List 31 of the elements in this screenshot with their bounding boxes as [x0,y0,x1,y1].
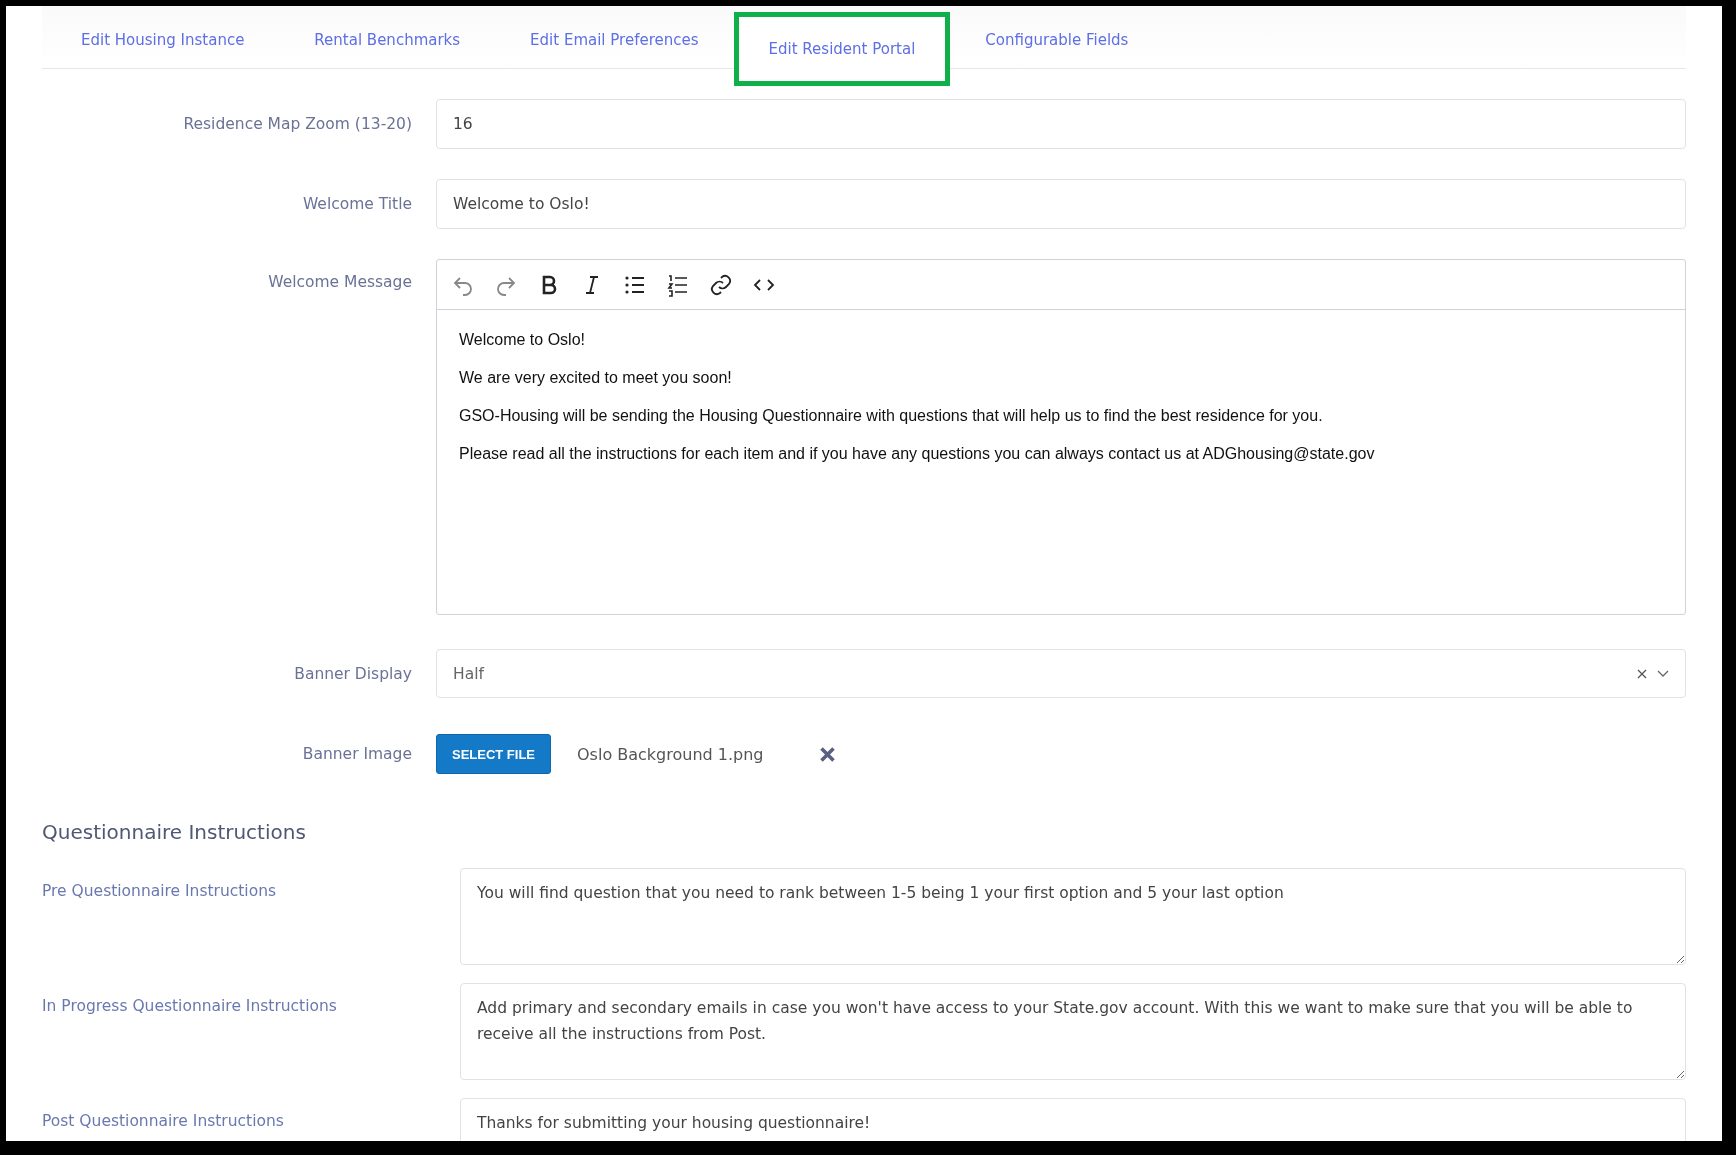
field-label: Residence Map Zoom (13-20) [182,115,413,133]
tab[interactable]: Edit Resident Portal [733,12,951,86]
dropdown[interactable]: Half [436,649,1686,698]
input-field[interactable]: 16 [436,99,1686,149]
section-heading: Questionnaire Instructions [42,820,307,844]
field-label: Pre Questionnaire Instructions [42,881,278,900]
tab[interactable]: Edit Email Preferences [495,12,734,68]
numbered-list-icon[interactable] [666,272,690,297]
paragraph: We are very excited to meet you soon! [459,370,733,386]
field-label: Banner Image [301,745,413,763]
clear-icon[interactable] [1637,668,1647,679]
file-name: Oslo Background 1.png [577,744,764,764]
tab[interactable]: Configurable Fields [950,12,1164,68]
tab[interactable]: Edit Housing Instance [46,12,280,68]
text-area[interactable]: Thanks for submitting your housing questionnaire! [460,1098,1686,1141]
field-label: Welcome Message [267,273,413,291]
paragraph: GSO-Housing will be sending the Housing Questionnaire with questions that will help us to find the best residence for you. [459,408,1324,424]
text-area[interactable]: You will find question that you need to rank between 1-5 being 1 your first option and 5 your last option [460,868,1686,965]
field-label: In Progress Questionnaire Instructions [42,996,338,1015]
link-icon[interactable] [709,272,733,297]
select-file-button[interactable]: SELECT FILE [436,734,551,774]
field-label: Post Questionnaire Instructions [42,1111,285,1130]
paragraph: Please read all the instructions for each item and if you have any questions you can always contact us at ADGhousing@state.gov [459,446,1376,462]
text-area[interactable]: Add primary and secondary emails in case you won't have access to your State.gov account. With this we want to make sure that you will be able to receive all the instructions from Post. [460,983,1686,1080]
input-field[interactable]: Welcome to Oslo! [436,179,1686,229]
remove-icon[interactable] [819,746,835,762]
field-label: Welcome Title [301,195,413,213]
chevron-down-icon[interactable] [1657,669,1669,678]
field-label: Banner Display [293,664,413,683]
paragraph: Welcome to Oslo! [459,332,586,348]
tab[interactable]: Rental Benchmarks [279,12,496,68]
